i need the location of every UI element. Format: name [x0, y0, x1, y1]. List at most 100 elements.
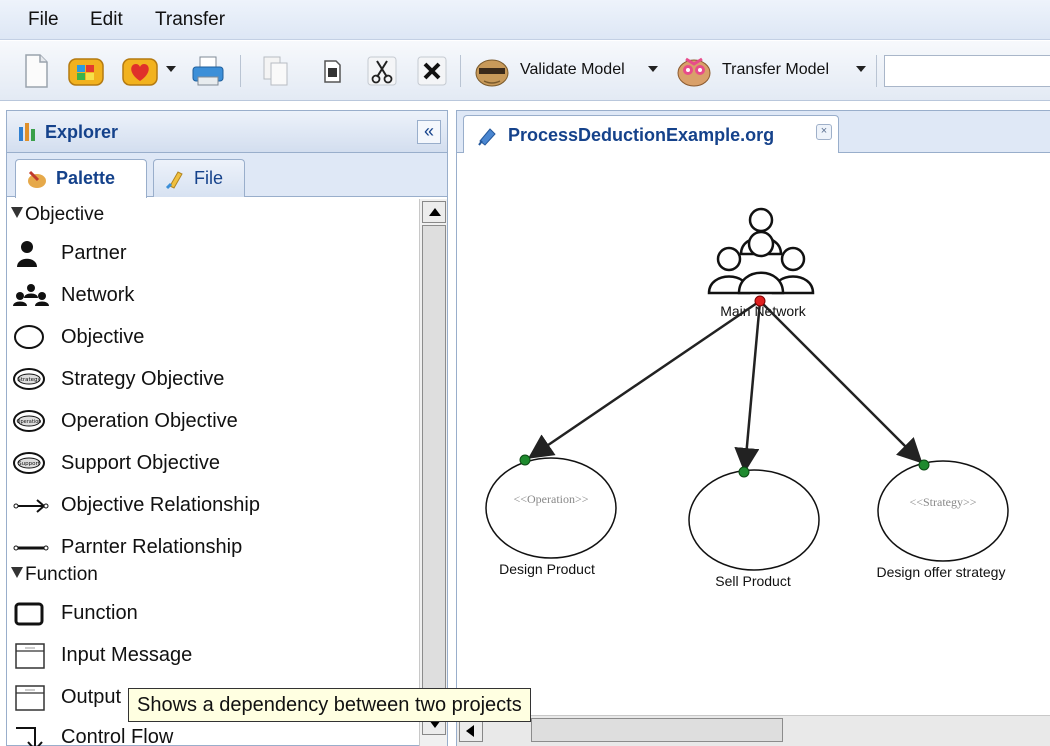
network-icon [13, 284, 49, 306]
transfer-model-label[interactable]: Transfer Model [722, 61, 829, 79]
toolbar: Validate Model Transfer Model [0, 41, 1050, 101]
editor-tabs: ProcessDeductionExample.org × [457, 111, 1050, 153]
explorer-tabs: Palette File [7, 153, 447, 198]
scroll-thumb[interactable] [531, 718, 783, 742]
source-anchor[interactable] [754, 295, 766, 307]
tab-palette-label: Palette [56, 168, 116, 188]
objective-ellipse [688, 469, 820, 571]
explorer-title: Explorer [45, 122, 119, 142]
validate-model-icon[interactable] [472, 51, 512, 91]
tooltip: Shows a dependency between two projects [128, 688, 531, 722]
palette-brush-icon [28, 171, 46, 189]
menu-file[interactable]: File [28, 9, 59, 31]
diagram-canvas[interactable]: Main Network <<Operation>> Design Produc… [457, 154, 1050, 714]
objective-ellipse [485, 457, 617, 559]
palette-item-partner-relationship[interactable]: Parnter Relationship [11, 530, 411, 566]
target-anchor[interactable] [738, 466, 750, 478]
palette-group-objective[interactable]: Objective [11, 204, 104, 226]
support-objective-icon: Support [13, 452, 45, 474]
edge-network-to-sell-product[interactable] [734, 300, 762, 473]
transfer-model-caret[interactable] [856, 66, 866, 72]
expand-triangle-icon [11, 207, 23, 218]
objective-label: Sell Product [715, 573, 791, 589]
favorite-heart-icon[interactable] [120, 51, 160, 91]
tab-file[interactable]: File [153, 159, 245, 197]
network-icon [707, 207, 815, 295]
input-message-icon [15, 643, 45, 669]
copy-icon[interactable] [256, 51, 296, 91]
canvas-horizontal-scrollbar[interactable] [457, 715, 1050, 746]
palette-item-label: Strategy Objective [61, 368, 225, 390]
palette-item-label: Input Message [61, 644, 193, 666]
file-brush-icon [165, 171, 183, 190]
objective-design-offer-strategy[interactable]: <<Strategy>> Design offer strategy [877, 460, 1009, 580]
svg-text:Support: Support [18, 461, 41, 467]
objective-label: Design offer strategy [877, 564, 1006, 580]
validate-model-caret[interactable] [648, 66, 658, 72]
explorer-icon [19, 123, 35, 141]
palette-box-icon[interactable] [66, 51, 106, 91]
palette-item-label: Support Objective [61, 452, 220, 474]
edge-network-to-design-offer-strategy[interactable] [759, 300, 923, 464]
palette-scrollbar[interactable] [419, 199, 447, 746]
toolbar-separator [240, 55, 241, 87]
print-icon[interactable] [188, 51, 228, 91]
edge-network-to-design-product[interactable] [527, 299, 761, 459]
cut-icon[interactable] [362, 51, 402, 91]
palette-item-function[interactable]: Function [11, 596, 411, 632]
menu-edit[interactable]: Edit [90, 9, 123, 31]
explorer-header: Explorer « [7, 111, 447, 153]
tab-palette[interactable]: Palette [15, 159, 147, 198]
palette-item-label: Operation Objective [61, 410, 238, 432]
group-label: Function [25, 564, 98, 585]
document-tab-title: ProcessDeductionExample.org [508, 125, 775, 145]
objective-label: Design Product [499, 561, 595, 577]
arrow-left-icon [466, 725, 474, 737]
scroll-up-button[interactable] [422, 201, 446, 223]
palette-item-support-objective[interactable]: Support Support Objective [11, 446, 411, 482]
palette-group-function[interactable]: Function [11, 564, 98, 586]
palette-item-strategy-objective[interactable]: Strategy Strategy Objective [11, 362, 411, 398]
tab-file-label: File [194, 168, 224, 188]
target-anchor[interactable] [918, 459, 930, 471]
delete-icon[interactable] [412, 51, 452, 91]
menu-transfer[interactable]: Transfer [155, 9, 225, 31]
palette-item-objective-relationship[interactable]: Objective Relationship [11, 488, 411, 524]
palette-item-control-flow[interactable]: Control Flow [11, 720, 411, 746]
palette-item-label: Network [61, 284, 135, 306]
palette-list: Objective Partner Network Objective Stra… [7, 198, 419, 746]
palette-item-operation-objective[interactable]: Operation Operation Objective [11, 404, 411, 440]
control-flow-icon [16, 727, 43, 746]
palette-item-label: Control Flow [61, 726, 174, 746]
target-anchor[interactable] [519, 454, 531, 466]
objective-design-product[interactable]: <<Operation>> Design Product [485, 457, 617, 577]
palette-item-objective[interactable]: Objective [11, 320, 411, 356]
close-tab-icon[interactable]: × [816, 124, 832, 140]
palette-item-input-message[interactable]: Input Message [11, 638, 411, 674]
palette-item-label: Objective [61, 326, 145, 348]
objective-sell-product[interactable]: Sell Product [688, 469, 820, 589]
palette-item-partner[interactable]: Partner [11, 236, 411, 272]
favorite-dropdown-caret[interactable] [166, 66, 176, 72]
objective-ellipse [877, 460, 1009, 562]
objective-stereotype: <<Operation>> [513, 492, 588, 506]
palette-item-label: Function [61, 602, 138, 624]
svg-text:Operation: Operation [17, 419, 42, 425]
collapse-panel-button[interactable]: « [417, 120, 441, 144]
new-document-icon[interactable] [16, 51, 56, 91]
group-label: Objective [25, 204, 105, 225]
palette-item-label: Objective Relationship [61, 494, 260, 516]
transfer-model-icon[interactable] [674, 51, 714, 91]
tab-process-deduction[interactable]: ProcessDeductionExample.org × [463, 115, 839, 153]
paste-icon[interactable] [312, 51, 352, 91]
svg-text:Strategy: Strategy [17, 377, 41, 383]
palette-item-label: Parnter Relationship [61, 536, 243, 558]
scroll-thumb[interactable] [422, 225, 446, 705]
output-message-icon [15, 685, 45, 711]
operation-objective-icon: Operation [13, 410, 45, 432]
menu-bar: File Edit Transfer [0, 0, 1050, 40]
palette-item-network[interactable]: Network [11, 278, 411, 314]
palette-item-label: Partner [61, 242, 127, 264]
toolbar-text-field[interactable] [884, 55, 1050, 87]
validate-model-label[interactable]: Validate Model [520, 61, 625, 79]
